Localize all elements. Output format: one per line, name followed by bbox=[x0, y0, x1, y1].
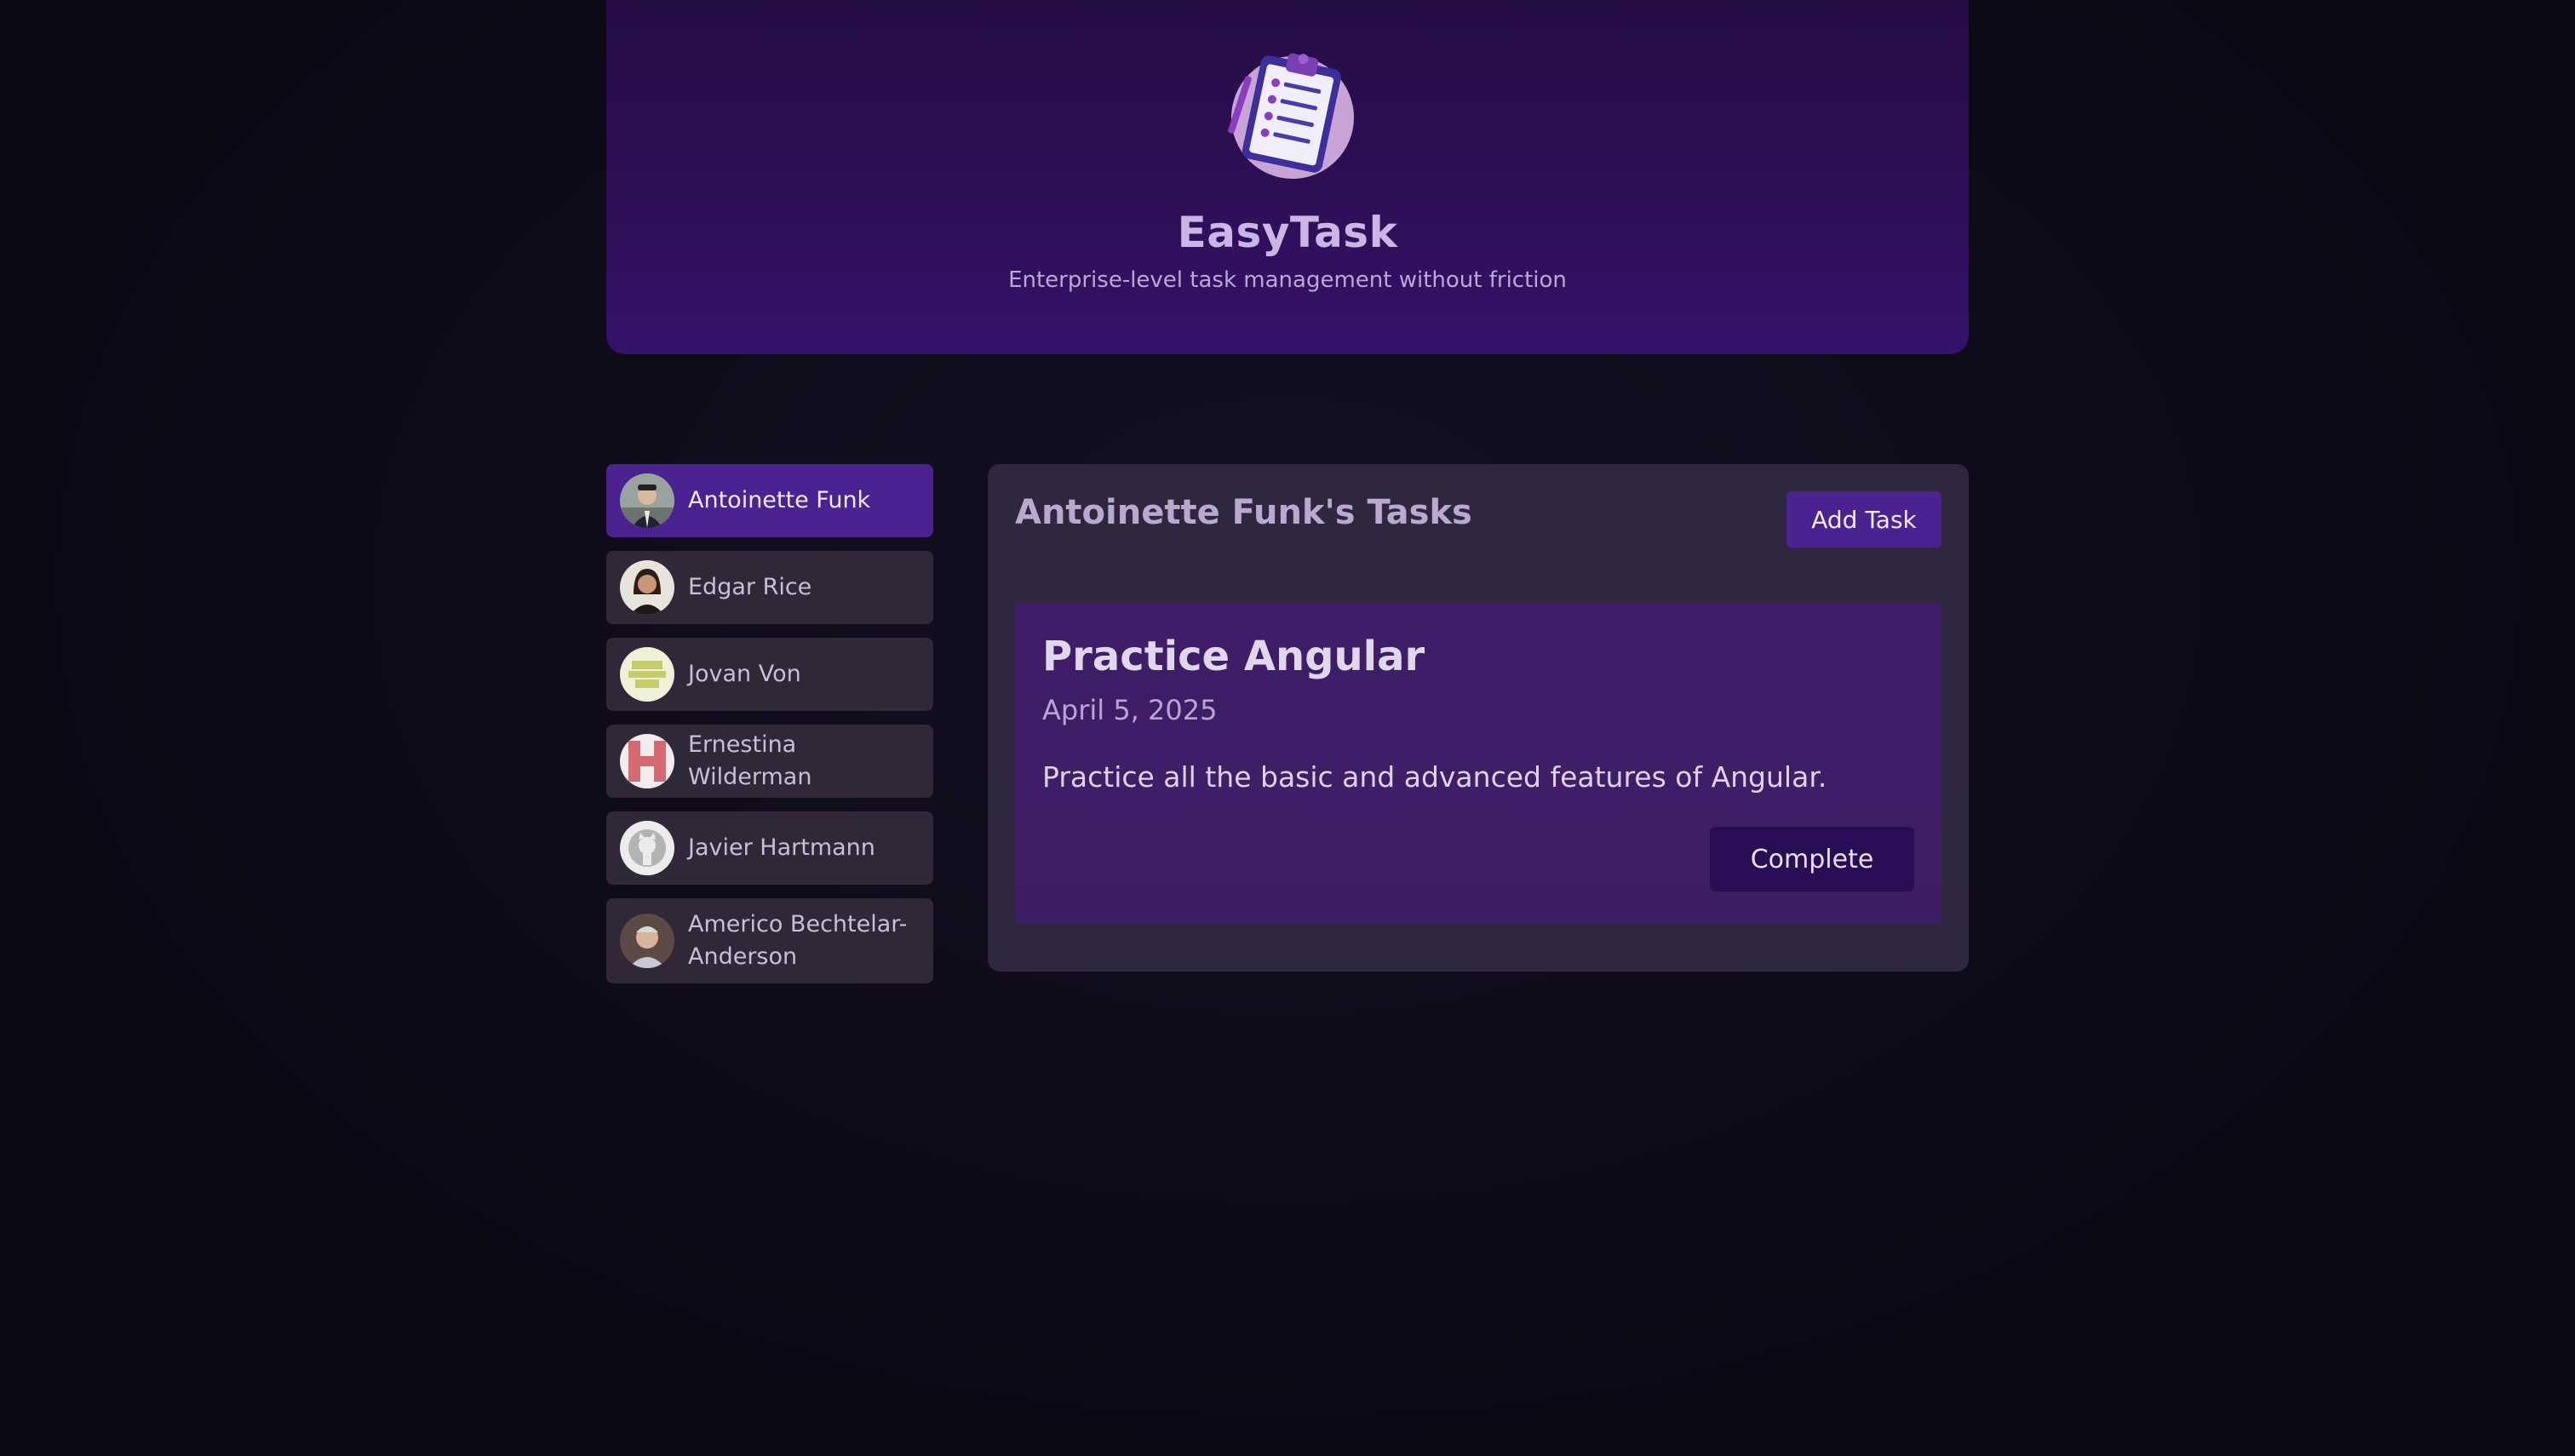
user-item-americo-bechtelar-anderson[interactable]: Americo Bechtelar-Anderson bbox=[606, 898, 933, 983]
user-item-javier-hartmann[interactable]: Javier Hartmann bbox=[606, 811, 933, 885]
avatar bbox=[620, 914, 674, 968]
task-card: Practice Angular April 5, 2025 Practice … bbox=[1015, 602, 1941, 924]
user-name: Jovan Von bbox=[688, 661, 801, 687]
avatar bbox=[620, 647, 674, 702]
user-item-antoinette-funk[interactable]: Antoinette Funk bbox=[606, 464, 933, 537]
avatar bbox=[620, 473, 674, 528]
app-subtitle: Enterprise-level task management without… bbox=[1008, 267, 1567, 293]
user-item-edgar-rice[interactable]: Edgar Rice bbox=[606, 551, 933, 624]
user-item-ernestina-wilderman[interactable]: Ernestina Wilderman bbox=[606, 725, 933, 798]
task-title: Practice Angular bbox=[1042, 633, 1425, 680]
users-list: Antoinette Funk Edgar Rice Jovan Von Ern… bbox=[606, 464, 933, 997]
user-name: Americo Bechtelar-Anderson bbox=[688, 911, 908, 970]
user-item-jovan-von[interactable]: Jovan Von bbox=[606, 638, 933, 711]
tasks-panel: Antoinette Funk's Tasks Add Task Practic… bbox=[988, 464, 1969, 972]
app-root: EasyTask Enterprise-level task managemen… bbox=[0, 0, 2575, 1456]
task-date: April 5, 2025 bbox=[1042, 694, 1218, 726]
clipboard-task-list-icon bbox=[1228, 53, 1354, 179]
task-summary: Practice all the basic and advanced feat… bbox=[1042, 760, 1827, 794]
avatar bbox=[620, 821, 674, 875]
complete-button[interactable]: Complete bbox=[1710, 827, 1914, 891]
avatar bbox=[620, 734, 674, 788]
avatar bbox=[620, 560, 674, 615]
app-header: EasyTask Enterprise-level task managemen… bbox=[606, 0, 1969, 354]
app-title: EasyTask bbox=[1177, 208, 1398, 257]
add-task-button[interactable]: Add Task bbox=[1786, 491, 1941, 547]
user-name: Antoinette Funk bbox=[688, 487, 871, 513]
user-name: Edgar Rice bbox=[688, 574, 812, 600]
user-name: Ernestina Wilderman bbox=[688, 731, 812, 790]
user-name: Javier Hartmann bbox=[688, 834, 875, 861]
tasks-title: Antoinette Funk's Tasks bbox=[1015, 493, 1472, 532]
